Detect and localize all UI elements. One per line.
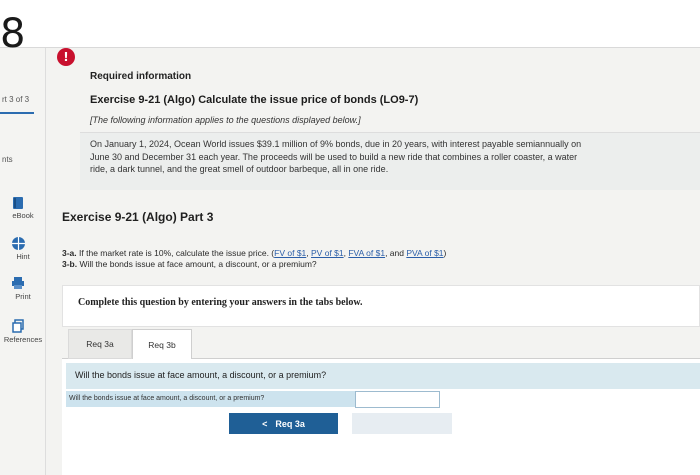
alert-icon: ! xyxy=(57,48,75,66)
scenario-line-1: On January 1, 2024, Ocean World issues $… xyxy=(90,139,582,149)
pv-link[interactable]: PV of $1 xyxy=(311,248,344,258)
globe-icon[interactable] xyxy=(10,235,26,251)
scenario-text: On January 1, 2024, Ocean World issues $… xyxy=(90,138,690,176)
scenario-line-3: ride, a dark tunnel, and the great smell… xyxy=(90,164,389,174)
sidebar-item-references[interactable]: References xyxy=(0,335,46,344)
part-questions: 3-a. If the market rate is 10%, calculat… xyxy=(62,248,446,270)
fv-link[interactable]: FV of $1 xyxy=(274,248,306,258)
scenario-line-2: June 30 and December 31 each year. The p… xyxy=(90,151,578,162)
part-indicator: rt 3 of 3 xyxy=(2,95,30,104)
panel-question: Will the bonds issue at face amount, a d… xyxy=(75,370,327,380)
top-bar: 8 xyxy=(0,0,700,54)
question-3b: 3-b. Will the bonds issue at face amount… xyxy=(62,259,317,269)
points-label: nts xyxy=(2,155,13,164)
answer-dropdown[interactable] xyxy=(355,391,440,408)
sidebar-item-ebook[interactable]: eBook xyxy=(0,211,46,220)
book-icon[interactable] xyxy=(10,195,26,211)
exercise-title: Exercise 9-21 (Algo) Calculate the issue… xyxy=(90,94,419,106)
next-req-button[interactable] xyxy=(352,413,452,434)
applies-note: [The following information applies to th… xyxy=(90,115,361,125)
pva-link[interactable]: PVA of $1 xyxy=(406,248,443,258)
tab-req-3a[interactable]: Req 3a xyxy=(68,329,132,359)
required-information-heading: Required information xyxy=(90,71,192,82)
question-3a: 3-a. If the market rate is 10%, calculat… xyxy=(62,248,447,258)
prev-req-button[interactable]: < Req 3a xyxy=(229,413,338,434)
printer-icon[interactable] xyxy=(10,275,26,291)
sidebar-item-hint[interactable]: Hint xyxy=(0,252,46,261)
instructions-text: Complete this question by entering your … xyxy=(78,297,363,308)
answer-label: Will the bonds issue at face amount, a d… xyxy=(66,391,356,407)
sidebar-item-print[interactable]: Print xyxy=(0,292,46,301)
prev-req-label: Req 3a xyxy=(275,418,305,429)
copy-icon[interactable] xyxy=(10,318,26,334)
progress-underline xyxy=(0,112,34,114)
tab-req-3b[interactable]: Req 3b xyxy=(132,329,192,359)
fva-link[interactable]: FVA of $1 xyxy=(348,248,385,258)
part-title: Exercise 9-21 (Algo) Part 3 xyxy=(62,210,214,224)
chevron-left-icon: < xyxy=(262,418,268,429)
